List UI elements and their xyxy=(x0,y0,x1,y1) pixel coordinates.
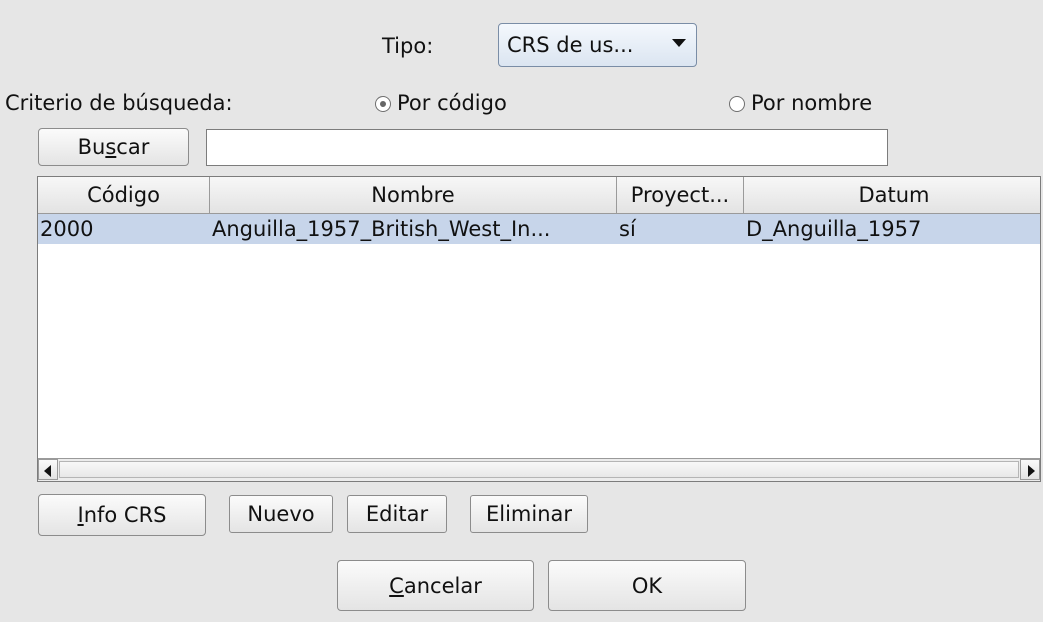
column-header-codigo[interactable]: Código xyxy=(38,177,210,213)
criterio-label: Criterio de búsqueda: xyxy=(5,91,233,115)
eliminar-button[interactable]: Eliminar xyxy=(470,495,588,533)
buscar-button-label: Buscar xyxy=(77,135,150,159)
column-header-proyectado[interactable]: Proyect... xyxy=(617,177,744,213)
scrollbar-thumb[interactable] xyxy=(59,461,1019,478)
tipo-label: Tipo: xyxy=(382,34,434,58)
radio-por-nombre-label[interactable]: Por nombre xyxy=(751,93,872,114)
crs-table[interactable]: Código Nombre Proyect... Datum 2000 Angu… xyxy=(37,176,1041,482)
buscar-button[interactable]: Buscar xyxy=(38,128,189,166)
editar-button[interactable]: Editar xyxy=(347,495,447,533)
radio-por-codigo[interactable] xyxy=(375,96,391,112)
table-header: Código Nombre Proyect... Datum xyxy=(38,177,1040,214)
cell-datum: D_Anguilla_1957 xyxy=(746,217,922,241)
cancel-button[interactable]: Cancelar xyxy=(337,560,534,611)
arrow-left-icon xyxy=(44,465,51,477)
horizontal-scrollbar[interactable] xyxy=(38,458,1040,481)
cell-nombre: Anguilla_1957_British_West_In... xyxy=(212,217,551,241)
ok-button[interactable]: OK xyxy=(548,560,746,611)
nuevo-button-label: Nuevo xyxy=(247,502,315,526)
scroll-left-button[interactable] xyxy=(38,459,58,480)
radio-por-nombre[interactable] xyxy=(729,96,745,112)
radio-selected-dot xyxy=(380,101,386,107)
tipo-combo[interactable]: CRS de us... xyxy=(498,23,697,67)
cell-codigo: 2000 xyxy=(40,217,94,241)
arrow-right-icon xyxy=(1028,465,1035,477)
table-row[interactable]: 2000 Anguilla_1957_British_West_In... sí… xyxy=(38,214,1040,244)
editar-button-label: Editar xyxy=(365,502,429,526)
cell-proyectado: sí xyxy=(619,217,636,241)
scroll-right-button[interactable] xyxy=(1020,459,1040,480)
ok-button-label: OK xyxy=(631,573,663,598)
column-header-datum[interactable]: Datum xyxy=(744,177,1040,213)
column-header-nombre[interactable]: Nombre xyxy=(210,177,617,213)
cancel-button-label: Cancelar xyxy=(389,573,482,598)
tipo-combo-value: CRS de us... xyxy=(507,33,634,57)
info-crs-button-label: Info CRS xyxy=(77,503,167,527)
search-input[interactable] xyxy=(206,129,888,166)
nuevo-button[interactable]: Nuevo xyxy=(229,495,333,533)
eliminar-button-label: Eliminar xyxy=(485,502,573,526)
info-crs-button[interactable]: Info CRS xyxy=(38,494,206,536)
chevron-down-icon xyxy=(672,39,686,47)
radio-por-codigo-label[interactable]: Por código xyxy=(397,93,507,114)
